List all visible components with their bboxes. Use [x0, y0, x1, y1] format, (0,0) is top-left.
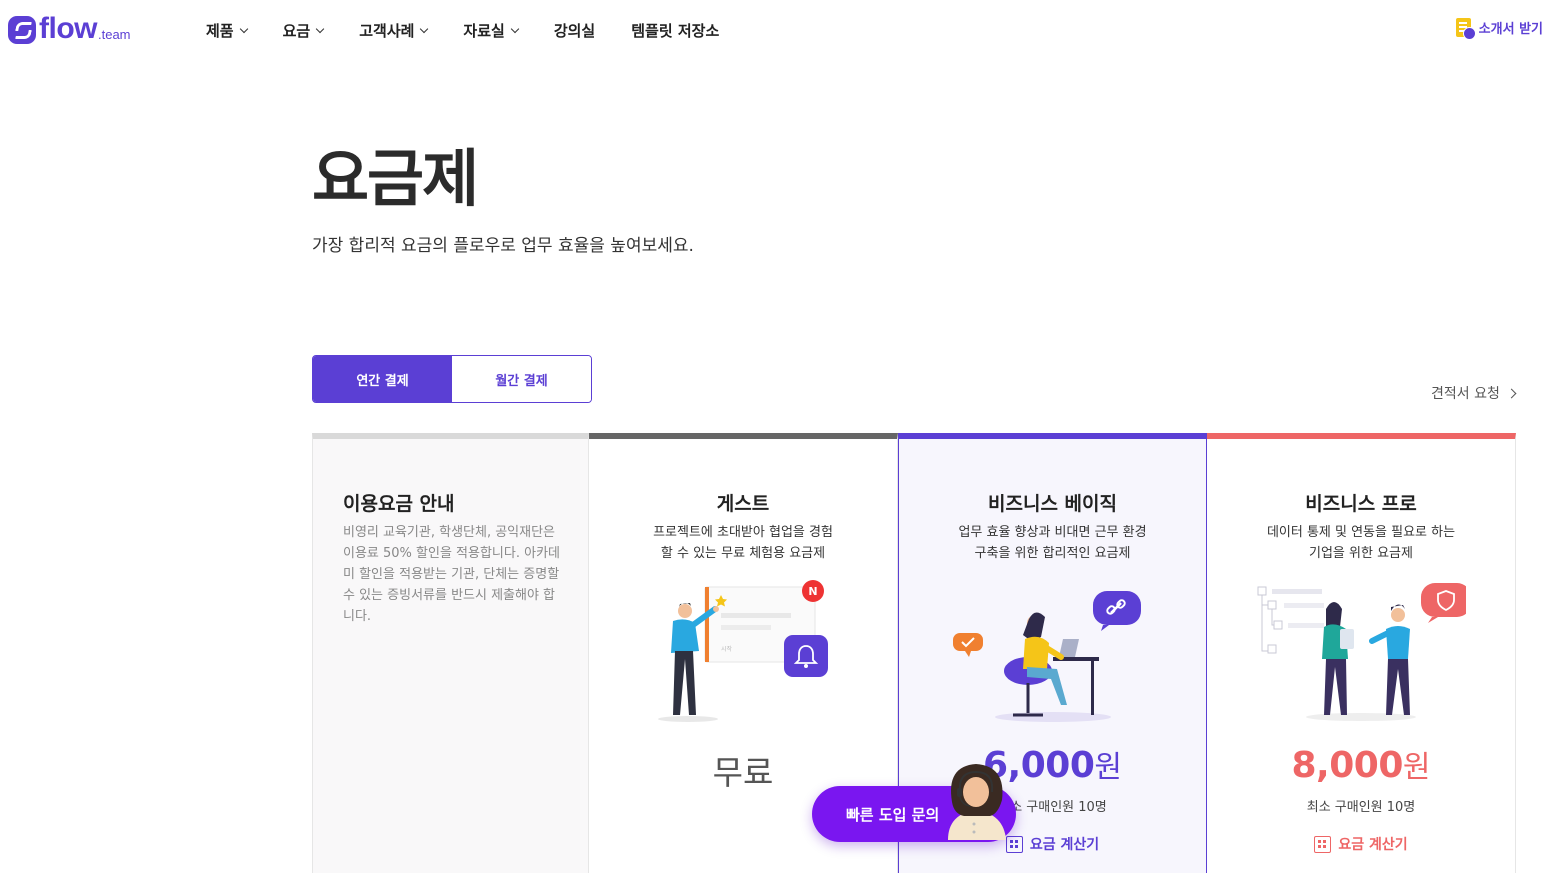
quote-request-link[interactable]: 견적서 요청	[1431, 383, 1517, 403]
nav-item-label: 요금	[282, 22, 311, 40]
nav-item-templates[interactable]: 템플릿 저장소	[631, 20, 719, 41]
page-subtitle: 가장 합리적 요금의 플로우로 업무 효율을 높여보세요.	[312, 236, 694, 256]
chevron-right-icon	[1506, 388, 1517, 398]
nav-item-label: 제품	[206, 22, 234, 40]
new-badge: N	[808, 585, 817, 598]
plan-name: 게스트	[716, 493, 770, 515]
flow-logo-icon	[8, 16, 36, 44]
header: flow .team 제품 요금 고객사례 자료실 강의실 템플릿 저장소 소개…	[0, 0, 1555, 62]
info-description: 비영리 교육기관, 학생단체, 공익재단은 이용료 50% 할인을 적용합니다.…	[343, 525, 560, 624]
price-unit: 원	[1094, 750, 1122, 785]
nav-item-label: 강의실	[553, 22, 596, 40]
quick-inquiry-label: 빠른 도입 문의	[846, 805, 940, 824]
support-agent-avatar[interactable]	[938, 762, 1014, 844]
business-pro-plan-card: 비즈니스 프로 데이터 통제 및 연동을 필요로 하는 기업을 위한 요금제 8…	[1207, 433, 1516, 873]
brochure-label: 소개서 받기	[1478, 22, 1543, 37]
info-title: 이용요금 안내	[343, 493, 455, 515]
brochure-download-link[interactable]: 소개서 받기	[1455, 18, 1543, 40]
logo-text: flow	[39, 12, 98, 45]
flow-logo[interactable]: flow .team	[8, 14, 131, 44]
svg-text:시작: 시작	[721, 646, 733, 653]
plan-description: 데이터 통제 및 연동을 필요로 하는 기업을 위한 요금제	[1207, 522, 1515, 564]
calculator-label: 요금 계산기	[1338, 837, 1408, 853]
price-calculator-button[interactable]: 요금 계산기	[1207, 834, 1515, 854]
nav-item-customers[interactable]: 고객사례	[359, 20, 429, 41]
nav-item-label: 고객사례	[359, 22, 415, 40]
plan-description-line: 데이터 통제 및 연동을 필요로 하는	[1266, 525, 1456, 540]
plan-description-line: 구축을 위한 합리적인 요금제	[974, 546, 1131, 561]
plan-description-line: 프로젝트에 초대받아 협업을 경험	[653, 525, 833, 540]
price-unit: 원	[1402, 750, 1431, 785]
nav-item-lectures[interactable]: 강의실	[554, 20, 595, 41]
main-nav: 제품 요금 고객사례 자료실 강의실 템플릿 저장소	[206, 20, 755, 41]
chevron-down-icon	[420, 24, 429, 33]
quote-request-label: 견적서 요청	[1431, 386, 1500, 402]
billing-toggle: 연간 결제 월간 결제	[312, 355, 592, 403]
guest-illustration: 시작 N	[643, 579, 843, 728]
business-basic-illustration	[952, 579, 1153, 728]
nav-item-label: 자료실	[463, 22, 505, 40]
plan-description: 업무 효율 향상과 비대면 근무 환경 구축을 위한 합리적인 요금제	[899, 522, 1206, 564]
document-download-icon	[1455, 18, 1476, 40]
business-pro-illustration	[1256, 579, 1471, 728]
plan-description-line: 기업을 위한 요금제	[1309, 546, 1413, 561]
plan-name: 비즈니스 프로	[1305, 493, 1417, 515]
monthly-billing-tab[interactable]: 월간 결제	[452, 356, 591, 402]
nav-item-pricing[interactable]: 요금	[282, 20, 325, 41]
price-amount: 8,000	[1291, 745, 1404, 786]
plan-description-line: 할 수 있는 무료 체험용 요금제	[660, 546, 826, 561]
plan-name: 비즈니스 베이직	[988, 493, 1117, 515]
nav-item-resources[interactable]: 자료실	[463, 20, 520, 41]
plan-price: 8,000원	[1207, 742, 1515, 786]
chevron-down-icon	[510, 24, 520, 33]
page-title: 요금제	[312, 142, 479, 215]
annual-billing-tab[interactable]: 연간 결제	[313, 356, 452, 402]
calculator-icon	[1314, 835, 1332, 853]
nav-item-product[interactable]: 제품	[206, 20, 248, 41]
logo-subtext: .team	[98, 27, 131, 42]
pricing-info-card: 이용요금 안내 비영리 교육기관, 학생단체, 공익재단은 이용료 50% 할인…	[312, 433, 589, 873]
calculator-label: 요금 계산기	[1029, 837, 1100, 853]
chevron-down-icon	[239, 24, 248, 33]
minimum-users: 최소 구매인원 10명	[1306, 800, 1416, 815]
plan-description-line: 업무 효율 향상과 비대면 근무 환경	[958, 525, 1147, 540]
nav-item-label: 템플릿 저장소	[631, 22, 720, 40]
plan-description: 프로젝트에 초대받아 협업을 경험 할 수 있는 무료 체험용 요금제	[589, 522, 897, 564]
chevron-down-icon	[315, 24, 325, 33]
